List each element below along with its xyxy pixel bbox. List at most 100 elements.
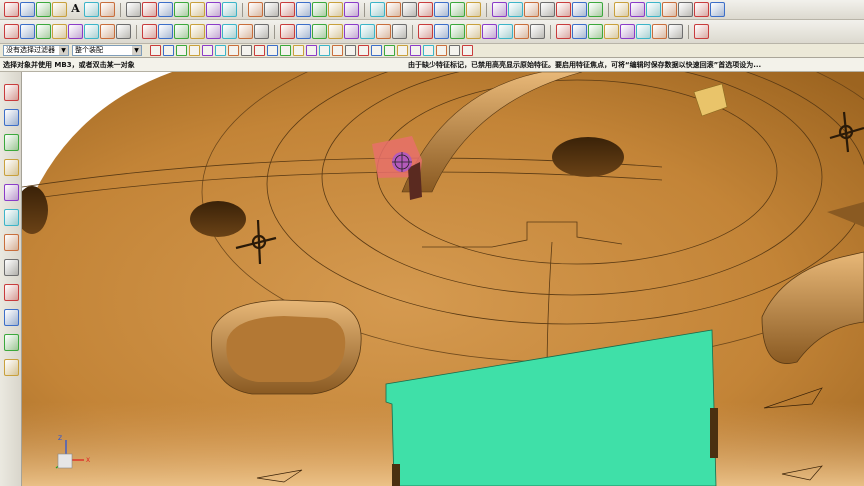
xy-plane-icon[interactable] (20, 24, 35, 39)
slash-icon[interactable] (449, 45, 460, 56)
reuse-library-icon[interactable] (4, 184, 19, 201)
text-tool-icon[interactable]: A (68, 2, 83, 17)
selection-scope-dropdown[interactable]: 整个装配 ▼ (72, 45, 142, 56)
view-orient-icon[interactable] (206, 2, 221, 17)
face-icon[interactable] (572, 2, 587, 17)
chamfer-icon[interactable] (158, 24, 173, 39)
split-icon[interactable] (492, 2, 507, 17)
trim-surface-icon[interactable] (524, 2, 539, 17)
snap-on-icon[interactable] (267, 45, 278, 56)
deselect-icon[interactable] (163, 45, 174, 56)
knit-icon[interactable] (540, 2, 555, 17)
hidden-icon[interactable] (206, 24, 221, 39)
camera-icon[interactable] (254, 24, 269, 39)
wrap-icon[interactable] (630, 2, 645, 17)
cooling-icon[interactable] (572, 24, 587, 39)
information-icon[interactable] (4, 359, 19, 376)
color-icon[interactable] (418, 2, 433, 17)
front-view-icon[interactable] (376, 24, 391, 39)
history-icon[interactable] (4, 234, 19, 251)
cut-icon[interactable] (142, 24, 157, 39)
feature-icon[interactable] (345, 45, 356, 56)
help-icon[interactable] (694, 24, 709, 39)
snap-grid-icon[interactable] (293, 45, 304, 56)
measure-icon[interactable] (386, 2, 401, 17)
filter-icon[interactable] (176, 45, 187, 56)
analysis-icon[interactable] (646, 2, 661, 17)
snap-point-icon[interactable] (189, 45, 200, 56)
select-all-icon[interactable] (150, 45, 161, 56)
box-select-icon[interactable] (306, 45, 317, 56)
rib-icon[interactable] (264, 2, 279, 17)
drawing-icon[interactable] (636, 24, 651, 39)
rectangle-tool-icon[interactable] (36, 2, 51, 17)
shell-icon[interactable] (280, 2, 295, 17)
snap-intersect-icon[interactable] (254, 45, 265, 56)
patch-icon[interactable] (508, 2, 523, 17)
rotate-icon[interactable] (344, 24, 359, 39)
feature-tree-icon[interactable] (52, 24, 67, 39)
line-tool-icon[interactable] (4, 2, 19, 17)
system-materials-icon[interactable] (4, 259, 19, 276)
pan-icon[interactable] (328, 24, 343, 39)
core-icon[interactable] (466, 24, 481, 39)
zoom-sel-icon[interactable] (462, 45, 473, 56)
gate-icon[interactable] (588, 24, 603, 39)
tools-icon[interactable] (4, 84, 19, 101)
fillet-icon[interactable] (100, 2, 115, 17)
graphics-viewport[interactable]: X Z (22, 72, 864, 486)
snap-end-icon[interactable] (202, 45, 213, 56)
draft-analysis-icon[interactable] (662, 2, 677, 17)
dimension-icon[interactable] (190, 2, 205, 17)
sweep-icon[interactable] (222, 2, 237, 17)
export-icon[interactable] (652, 24, 667, 39)
snap-face-icon[interactable] (280, 45, 291, 56)
assembly-icon[interactable] (694, 2, 709, 17)
snap-quadrant-icon[interactable] (241, 45, 252, 56)
vertex-icon[interactable] (384, 45, 395, 56)
roles-icon[interactable] (4, 309, 19, 326)
view-icon[interactable] (332, 45, 343, 56)
line-icon[interactable] (397, 45, 408, 56)
zoom-icon[interactable] (312, 24, 327, 39)
thicken-icon[interactable] (556, 2, 571, 17)
pattern-icon[interactable] (174, 2, 189, 17)
render-icon[interactable] (434, 2, 449, 17)
lasso-icon[interactable] (319, 45, 330, 56)
sweep-feature-icon[interactable] (116, 24, 131, 39)
print-icon[interactable] (296, 24, 311, 39)
save-view-icon[interactable] (280, 24, 295, 39)
plus-icon[interactable] (436, 45, 447, 56)
curve-icon[interactable] (614, 2, 629, 17)
circle-icon[interactable] (410, 45, 421, 56)
top-view-icon[interactable] (392, 24, 407, 39)
extrude-icon[interactable] (84, 24, 99, 39)
bom-icon[interactable] (620, 24, 635, 39)
capture-icon[interactable] (238, 24, 253, 39)
mold-base-icon[interactable] (450, 24, 465, 39)
feature-navigator-icon[interactable] (4, 109, 19, 126)
offset-icon[interactable] (126, 2, 141, 17)
layer-icon[interactable] (222, 24, 237, 39)
extend-icon[interactable] (158, 2, 173, 17)
lifter-icon[interactable] (530, 24, 545, 39)
edge-icon[interactable] (371, 45, 382, 56)
parting-icon[interactable] (498, 24, 513, 39)
mold-icon[interactable] (370, 2, 385, 17)
right-view-icon[interactable] (418, 24, 433, 39)
cavity-icon[interactable] (482, 24, 497, 39)
point-icon[interactable] (423, 45, 434, 56)
hd3d-icon[interactable] (4, 334, 19, 351)
mirror-icon[interactable] (328, 2, 343, 17)
palette-icon[interactable] (4, 284, 19, 301)
arc-tool-icon[interactable] (20, 2, 35, 17)
cube-icon[interactable] (36, 24, 51, 39)
center-hole[interactable] (552, 137, 624, 177)
runner-icon[interactable] (604, 24, 619, 39)
selection-filter-dropdown[interactable]: 没有选择过滤器 ▼ (3, 45, 69, 56)
blend-icon[interactable] (466, 2, 481, 17)
wireframe-icon[interactable] (174, 24, 189, 39)
iso-view-icon[interactable] (434, 24, 449, 39)
loft-icon[interactable] (248, 2, 263, 17)
surface-icon[interactable] (450, 2, 465, 17)
